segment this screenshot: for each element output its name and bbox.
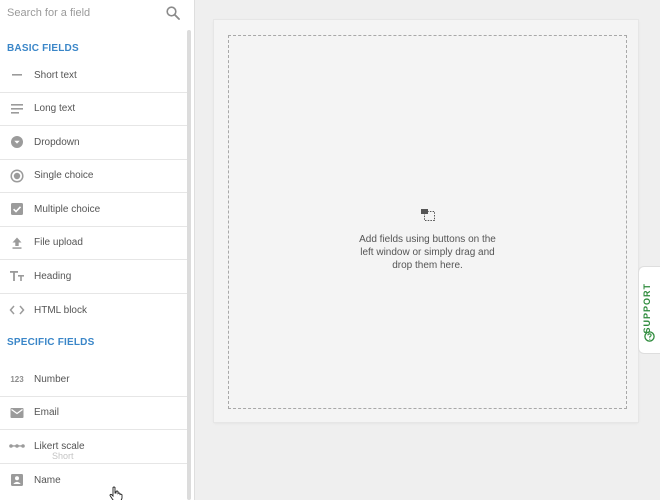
- field-label: Heading: [34, 270, 72, 282]
- likert-icon: [0, 430, 34, 463]
- field-label: Single choice: [34, 170, 94, 182]
- field-item-likert-scale[interactable]: Likert scale: [0, 430, 188, 464]
- field-label: HTML block: [34, 304, 87, 316]
- number-icon: 123: [10, 374, 24, 384]
- upload-icon: [0, 226, 34, 259]
- field-label: Email: [34, 407, 60, 419]
- short-text-icon: [0, 59, 34, 92]
- form-canvas-area: Add fields using buttons on the left win…: [196, 0, 660, 500]
- field-label: Short text: [34, 69, 77, 81]
- field-label: Name: [34, 474, 61, 486]
- specific-field-list: 123 Number Email Likert scale Name: [0, 363, 188, 497]
- field-item-short-text[interactable]: Short text: [0, 59, 188, 93]
- field-label: Multiple choice: [34, 203, 101, 215]
- hand-cursor-icon: [109, 486, 123, 500]
- radio-icon: [0, 159, 34, 192]
- heading-icon: [0, 260, 34, 293]
- long-text-icon: [0, 92, 34, 125]
- help-circle-icon: [644, 329, 655, 347]
- basic-field-list: Short text Long text Dropdown Single cho…: [0, 59, 188, 327]
- field-label: Number: [34, 373, 70, 385]
- field-item-long-text[interactable]: Long text: [0, 92, 188, 126]
- section-title-basic: BASIC FIELDS: [7, 43, 79, 54]
- drag-ghost-label: Short: [52, 451, 74, 461]
- drop-here-icon: [420, 208, 436, 227]
- checkbox-icon: [0, 193, 34, 226]
- field-item-single-choice[interactable]: Single choice: [0, 159, 188, 193]
- person-icon: [0, 464, 34, 497]
- email-icon: [0, 396, 34, 429]
- field-item-html-block[interactable]: HTML block: [0, 294, 188, 328]
- field-item-multiple-choice[interactable]: Multiple choice: [0, 193, 188, 227]
- code-icon: [0, 294, 34, 327]
- form-card: Add fields using buttons on the left win…: [214, 20, 638, 422]
- section-title-specific: SPECIFIC FIELDS: [7, 337, 95, 348]
- field-item-email[interactable]: Email: [0, 396, 188, 430]
- field-label: Dropdown: [34, 136, 80, 148]
- dropdown-icon: [0, 126, 34, 159]
- field-item-heading[interactable]: Heading: [0, 260, 188, 294]
- field-label: File upload: [34, 237, 83, 249]
- field-item-name[interactable]: Name: [0, 464, 188, 498]
- field-drop-zone[interactable]: Add fields using buttons on the left win…: [228, 35, 627, 409]
- field-item-number[interactable]: 123 Number: [0, 363, 188, 397]
- empty-state-message: Add fields using buttons on the left win…: [359, 234, 496, 271]
- search-input[interactable]: [0, 0, 194, 26]
- empty-state: Add fields using buttons on the left win…: [229, 208, 626, 272]
- search-icon[interactable]: [166, 6, 180, 20]
- field-label: Long text: [34, 103, 76, 115]
- support-tab[interactable]: SUPPORT: [638, 266, 660, 354]
- search-bar: [0, 0, 194, 26]
- field-item-dropdown[interactable]: Dropdown: [0, 126, 188, 160]
- sidebar-scrollbar[interactable]: [187, 30, 191, 500]
- field-item-file-upload[interactable]: File upload: [0, 226, 188, 260]
- support-label: SUPPORT: [642, 283, 652, 334]
- field-sidebar: BASIC FIELDS Short text Long text Dropdo…: [0, 0, 195, 500]
